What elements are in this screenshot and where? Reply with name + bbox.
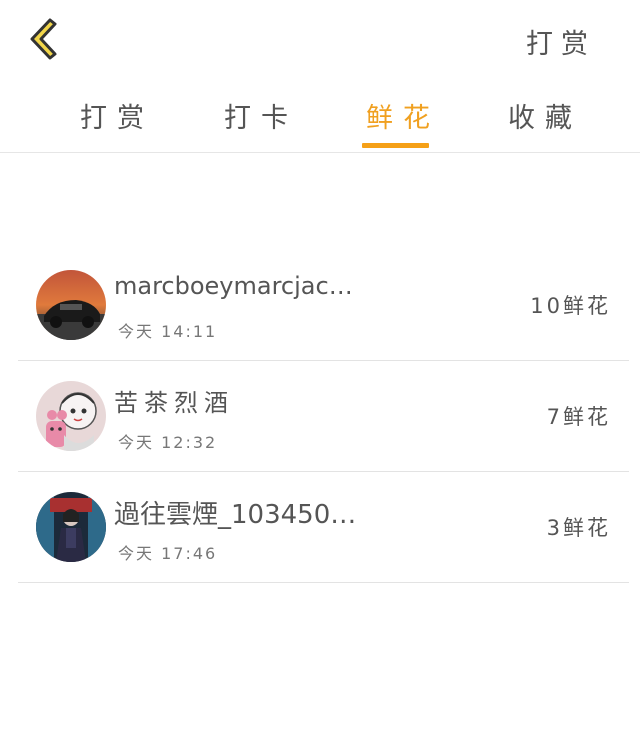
list-item[interactable]: 苦茶烈酒 今天 12:32 7鲜花 [18,361,629,472]
top-bar: 打赏 [0,0,640,80]
user-name: marcboeymarcjaco… [114,272,364,300]
list-item[interactable]: marcboeymarcjaco… 今天 14:11 10鲜花 [18,250,629,361]
avatar[interactable] [36,270,106,340]
avatar[interactable] [36,492,106,562]
chevron-left-icon [30,18,57,60]
avatar[interactable] [36,381,106,451]
car-avatar-image [36,270,106,340]
flower-count: 3鲜花 [546,516,611,540]
divider [0,152,640,153]
tab-favorites[interactable]: 收藏 [508,96,582,135]
active-tab-indicator [362,143,429,148]
record-time: 今天 12:32 [118,433,218,452]
tab-bar: 打赏 打卡 鲜花 收藏 [0,90,640,152]
cartoon-girl-avatar-image [36,381,106,451]
list-item[interactable]: 過往雲煙_103450… 今天 17:46 3鲜花 [18,472,629,583]
tab-reward[interactable]: 打赏 [80,96,154,135]
back-button[interactable] [22,14,62,64]
dark-figure-avatar-image [36,492,106,562]
record-time: 今天 14:11 [118,322,218,341]
user-name: 過往雲煙_103450… [114,500,357,530]
tab-checkin[interactable]: 打卡 [224,96,298,135]
user-name: 苦茶烈酒 [114,389,234,417]
flower-record-list: marcboeymarcjaco… 今天 14:11 10鲜花 苦茶烈酒 今天 … [18,250,629,583]
flower-count: 10鲜花 [530,294,611,318]
reward-button[interactable]: 打赏 [526,22,596,61]
record-time: 今天 17:46 [118,544,218,563]
tab-flowers[interactable]: 鲜花 [366,96,440,135]
flower-count: 7鲜花 [546,405,611,429]
